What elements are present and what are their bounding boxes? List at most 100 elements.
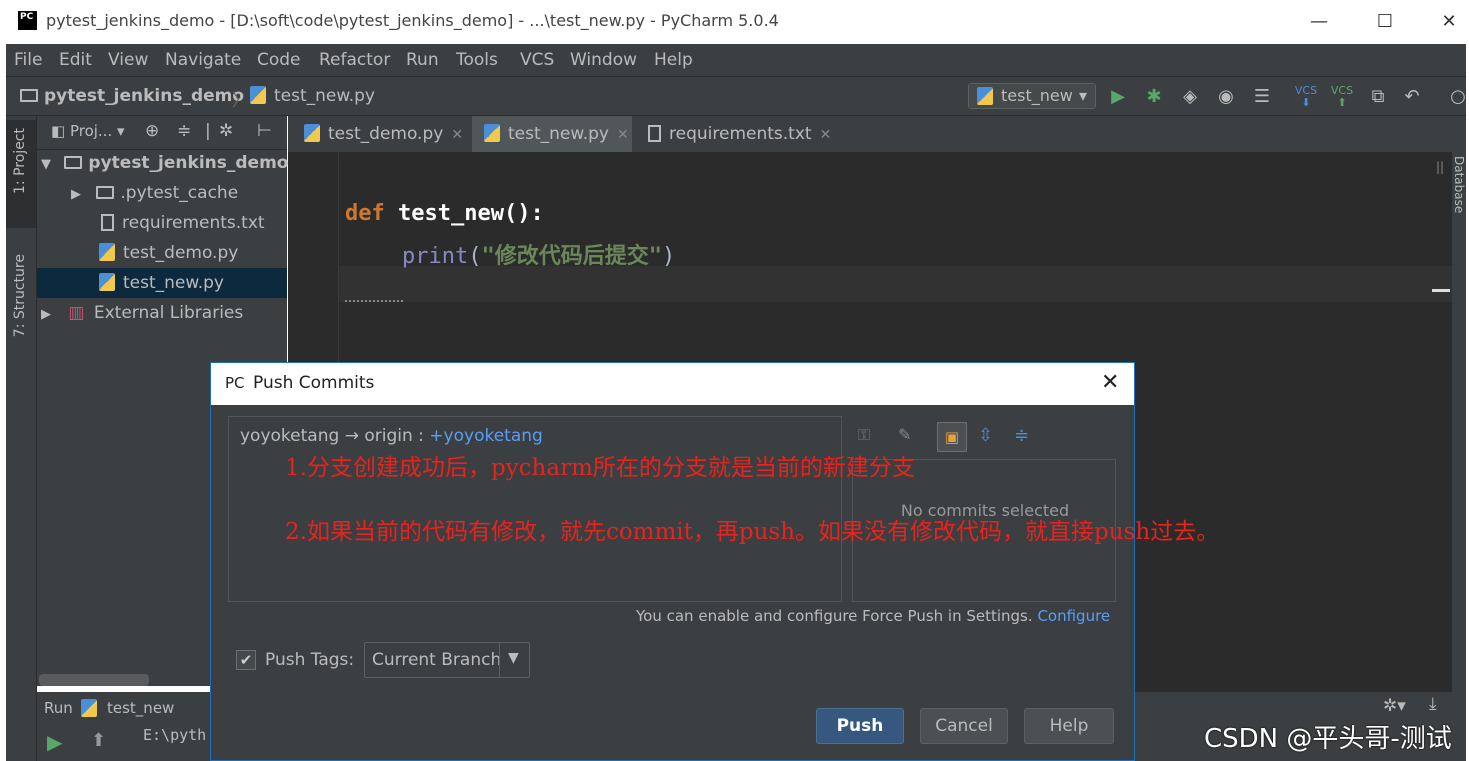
expand-all-icon[interactable]: ⇳: [978, 425, 993, 446]
annotation-line-1: 1.分支创建成功后，pycharm所在的分支就是当前的新建分支: [285, 455, 915, 481]
python-file-icon: [81, 699, 97, 717]
collapse-arrow-icon: ▶: [71, 187, 81, 202]
close-tab-icon[interactable]: ✕: [617, 127, 629, 143]
push-branch-row[interactable]: yoyoketang → origin : +yoyoketang: [240, 426, 543, 446]
horizontal-scrollbar[interactable]: [39, 674, 149, 686]
chevron-down-icon: ▾: [1078, 86, 1087, 105]
lock-icon[interactable]: ⚿: [858, 425, 870, 445]
dialog-close-button[interactable]: ✕: [1101, 370, 1119, 395]
project-tool-tab[interactable]: 1: Project: [6, 120, 36, 228]
menu-tools[interactable]: Tools: [456, 50, 498, 70]
collapse-all-icon[interactable]: ≑: [177, 121, 191, 141]
menu-vcs[interactable]: VCS: [520, 50, 554, 70]
coverage-icon[interactable]: ◈: [1178, 85, 1202, 109]
configure-link[interactable]: Configure: [1037, 607, 1110, 625]
dialog-title-bar: PC Push Commits ✕: [211, 363, 1134, 405]
collapse-all-icon[interactable]: ≑: [1014, 425, 1029, 446]
database-tool-tab[interactable]: Database: [1452, 156, 1466, 213]
remote-name: origin :: [364, 426, 424, 446]
vcs-commit-icon[interactable]: VCS ⬆: [1330, 85, 1354, 109]
cancel-button[interactable]: Cancel: [920, 708, 1008, 744]
python-file-icon: [250, 86, 266, 104]
run-config-label: test_new: [1001, 86, 1073, 105]
push-tags-select[interactable]: Current Branch ▼: [364, 642, 530, 678]
code-line-2: print("修改代码后提交"): [402, 244, 676, 269]
tree-item-requirements[interactable]: requirements.txt: [37, 208, 287, 238]
current-line-highlight: [338, 266, 1452, 302]
close-tab-icon[interactable]: ✕: [451, 127, 463, 143]
text-file-icon: [648, 125, 661, 142]
window-title-bar: PC pytest_jenkins_demo - [D:\soft\code\p…: [6, 0, 1469, 44]
navigation-bar: pytest_jenkins_demo 〉 test_new.py test_n…: [6, 76, 1466, 116]
push-button[interactable]: Push: [816, 708, 904, 744]
debug-icon[interactable]: ✱: [1142, 85, 1166, 109]
tree-item-test-demo[interactable]: test_demo.py: [37, 238, 287, 268]
menu-refactor[interactable]: Refactor: [319, 50, 390, 70]
run-config-dropdown[interactable]: test_new ▾: [968, 83, 1096, 109]
group-by-directory-icon[interactable]: ▣: [937, 422, 967, 452]
gear-icon[interactable]: ✲▾: [1383, 696, 1406, 716]
tree-item-project-root[interactable]: ▼ pytest_jenkins_demo: [37, 148, 288, 178]
structure-tool-tab-label: 7: Structure: [12, 254, 28, 338]
force-push-hint: You can enable and configure Force Push …: [636, 607, 1111, 625]
push-tags-label: Push Tags:: [265, 650, 355, 670]
gear-icon[interactable]: ✲: [219, 121, 233, 141]
tree-item-test-new[interactable]: test_new.py: [37, 268, 287, 298]
scroll-from-source-icon[interactable]: ⊕: [145, 121, 159, 141]
error-stripe-marker: [1432, 289, 1450, 292]
hide-panel-icon[interactable]: ⤓: [1429, 694, 1437, 714]
push-branches-tree[interactable]: yoyoketang → origin : +yoyoketang: [228, 416, 842, 602]
menu-window[interactable]: Window: [570, 50, 637, 70]
close-tab-icon[interactable]: ✕: [820, 127, 832, 143]
profile-icon[interactable]: ◉: [1214, 85, 1238, 109]
project-view-dropdown[interactable]: ◧ Proj... ▾: [51, 122, 125, 140]
menu-help[interactable]: Help: [654, 50, 693, 70]
folder-icon: [96, 186, 115, 199]
arrow-icon: →: [344, 426, 359, 446]
editor-tab-bar: test_demo.py ✕ test_new.py ✕ requirements.…: [288, 116, 1452, 153]
run-panel-label: Run: [44, 699, 73, 717]
scroll-up-icon[interactable]: ⬆: [91, 730, 106, 751]
divider: |: [205, 121, 211, 141]
push-tags-checkbox[interactable]: ✔: [236, 650, 256, 670]
run-icon[interactable]: ▶: [1106, 85, 1130, 109]
menu-code[interactable]: Code: [257, 50, 301, 70]
tree-item-external-libraries[interactable]: ▶ ▥ External Libraries: [37, 298, 287, 328]
pause-icon: ||: [1436, 160, 1445, 174]
project-panel-header: ◧ Proj... ▾ ⊕ ≑ | ✲ ⊢: [37, 116, 287, 150]
right-tool-strip: Database: [1452, 116, 1466, 761]
rerun-icon[interactable]: ▶: [47, 730, 62, 754]
close-window-button[interactable]: ✕: [1434, 8, 1464, 36]
history-icon[interactable]: ⧉: [1366, 85, 1390, 109]
breadcrumb-file[interactable]: test_new.py: [250, 86, 375, 106]
annotation-line-2: 2.如果当前的代码有修改，就先commit，再push。如果没有修改代码，就直接…: [285, 519, 1220, 545]
menu-file[interactable]: File: [14, 50, 42, 70]
library-icon: ▥: [68, 303, 85, 323]
help-button[interactable]: Help: [1024, 708, 1114, 744]
run-panel-config: test_new: [107, 699, 175, 717]
tab-requirements[interactable]: requirements.txt ✕: [636, 116, 836, 152]
code-line-1: def test_new():: [345, 201, 544, 226]
maximize-button[interactable]: ☐: [1370, 8, 1400, 36]
remote-branch-link[interactable]: +yoyoketang: [429, 426, 543, 446]
folder-icon: [20, 89, 38, 102]
menu-run[interactable]: Run: [406, 50, 439, 70]
hide-panel-icon[interactable]: ⊢: [257, 121, 272, 141]
build-icon[interactable]: ☰: [1250, 85, 1274, 109]
breadcrumb-project[interactable]: pytest_jenkins_demo: [20, 86, 244, 106]
structure-tool-tab[interactable]: 7: Structure: [6, 246, 36, 364]
menu-navigate[interactable]: Navigate: [165, 50, 241, 70]
folder-icon: [64, 156, 83, 169]
warning-underline: [345, 296, 403, 302]
edit-icon[interactable]: ✎: [898, 425, 911, 444]
menu-edit[interactable]: Edit: [59, 50, 92, 70]
revert-icon[interactable]: ↶: [1400, 85, 1424, 109]
minimize-button[interactable]: —: [1304, 8, 1334, 36]
tab-test-demo[interactable]: test_demo.py ✕: [292, 116, 468, 152]
tree-item-pytest-cache[interactable]: ▶ .pytest_cache: [37, 178, 287, 208]
search-icon[interactable]: ○: [1446, 85, 1469, 109]
console-output: E:\pyth: [143, 726, 207, 744]
menu-view[interactable]: View: [108, 50, 148, 70]
tab-test-new[interactable]: test_new.py ✕: [472, 116, 632, 152]
vcs-update-icon[interactable]: VCS ⬇: [1294, 85, 1318, 109]
